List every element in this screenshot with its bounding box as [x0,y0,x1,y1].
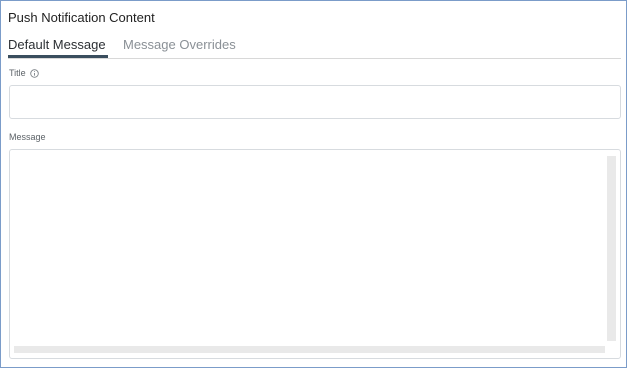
vertical-scrollbar[interactable] [607,156,616,341]
panel-title: Push Notification Content [8,10,155,25]
horizontal-scrollbar[interactable] [14,346,605,353]
message-textarea[interactable] [10,150,604,343]
tab-default-message[interactable]: Default Message [8,36,108,58]
message-box [9,149,621,359]
push-notification-panel: Push Notification Content Default Messag… [0,0,627,368]
title-input[interactable] [9,85,621,119]
message-label: Message [9,132,46,142]
title-field-label-row: Title [9,68,39,78]
title-label: Title [9,68,26,78]
tab-bar: Default Message Message Overrides [8,36,621,59]
tab-message-overrides[interactable]: Message Overrides [123,36,236,58]
message-field-label-row: Message [9,132,46,142]
info-icon[interactable] [29,68,39,78]
